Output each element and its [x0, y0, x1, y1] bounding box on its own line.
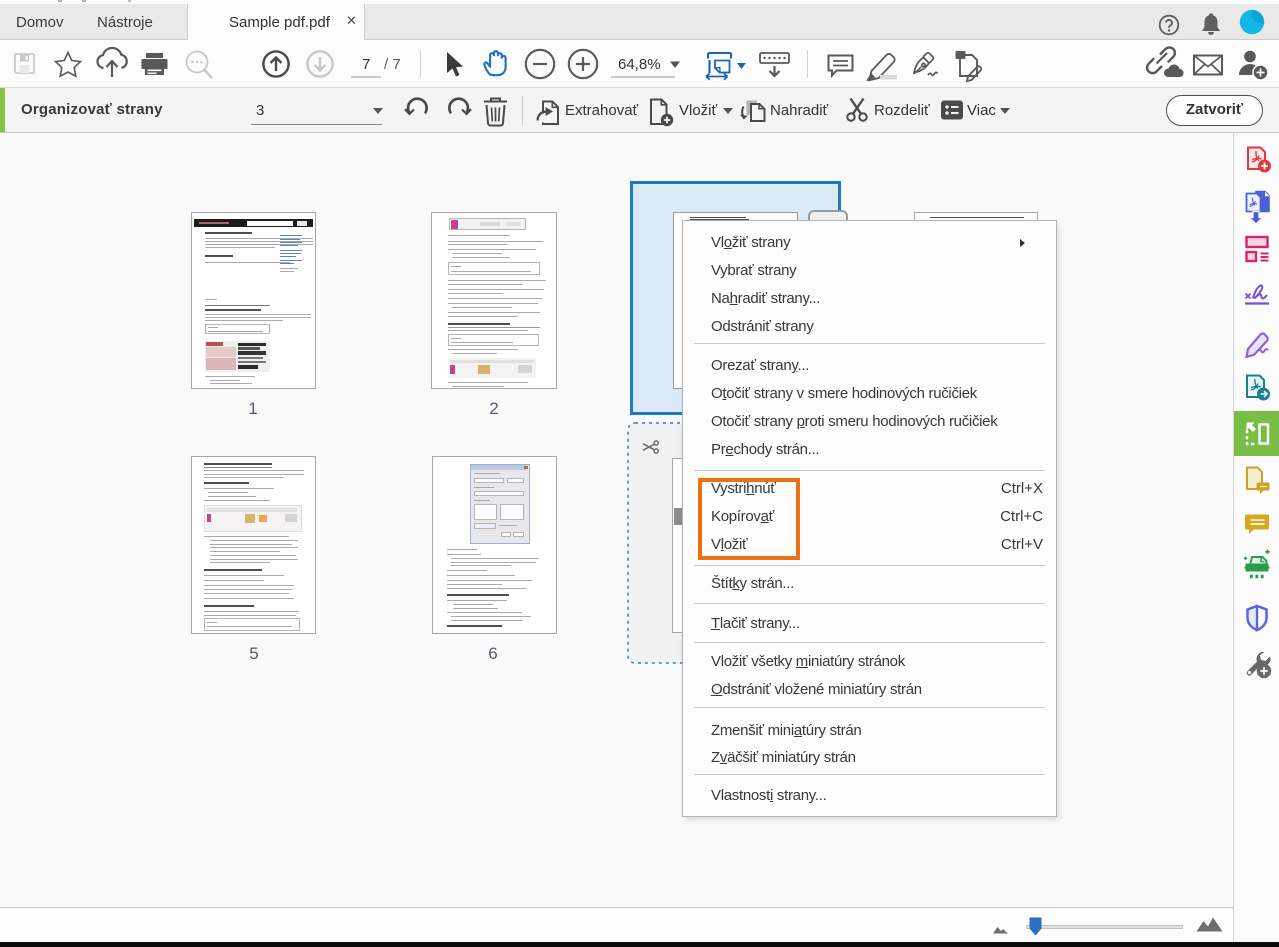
svg-text:64,8%: 64,8%: [618, 56, 661, 73]
svg-text:7: 7: [362, 56, 370, 73]
svg-text:/ 7: / 7: [384, 56, 401, 73]
